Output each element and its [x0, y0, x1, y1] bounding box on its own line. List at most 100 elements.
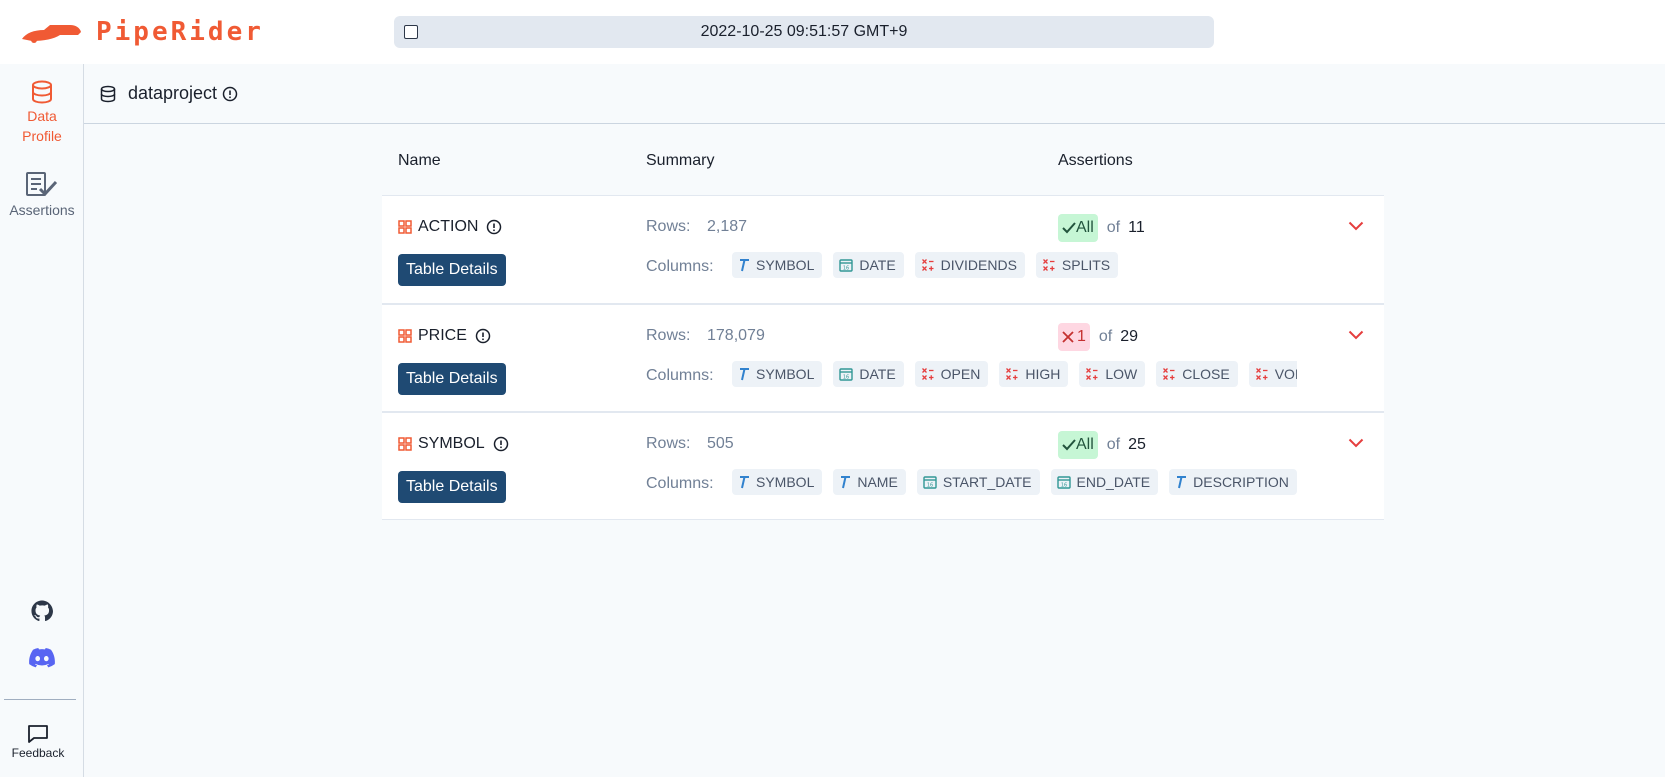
logo[interactable]: PipeRider — [20, 17, 264, 47]
calendar-icon: 16 — [839, 259, 854, 272]
assertion-total: 25 — [1128, 436, 1146, 453]
of-label: of — [1106, 436, 1121, 453]
top-header: PipeRider 2022-10-25 09:51:57 GMT+9 — [0, 0, 1665, 64]
assertions-icon — [26, 172, 58, 197]
badge-label: 1 — [1077, 328, 1086, 345]
column-chip[interactable]: SYMBOL — [732, 361, 823, 387]
svg-text:16: 16 — [927, 483, 933, 489]
column-name: SYMBOL — [756, 257, 815, 273]
text-type-icon — [841, 476, 851, 489]
svg-text:16: 16 — [1060, 483, 1066, 489]
column-name: SYMBOL — [756, 366, 815, 382]
info-icon[interactable] — [222, 86, 238, 102]
column-name: SYMBOL — [756, 474, 815, 490]
column-name: DATE — [859, 366, 896, 382]
discord-icon — [29, 648, 55, 668]
table-row[interactable]: SYMBOL Table Details Rows: 505 Columns: SYMBO… — [382, 412, 1384, 520]
sidebar-divider — [4, 699, 76, 700]
column-name: DATE — [859, 257, 896, 273]
of-label: of — [1106, 219, 1121, 236]
column-chip[interactable]: SYMBOL — [732, 252, 823, 278]
numeric-type-icon — [1255, 368, 1268, 380]
columns-list: SYMBOL 16 DATE OPEN HIGH LOW CLOSE VOLUME — [732, 361, 1297, 389]
column-chip[interactable]: SPLITS — [1035, 252, 1119, 278]
run-timestamp: 2022-10-25 09:51:57 GMT+9 — [700, 23, 908, 40]
compare-checkbox[interactable] — [404, 25, 418, 39]
column-chip[interactable]: DESCRIPTION — [1169, 469, 1297, 495]
column-chip[interactable]: SYMBOL — [732, 469, 823, 495]
table-header: Name Summary Assertions — [382, 140, 1384, 196]
numeric-type-icon — [921, 259, 934, 271]
column-name: VOLUME — [1274, 366, 1297, 382]
sidebar-item-data-profile[interactable]: Data Profile — [0, 80, 84, 146]
table-icon — [398, 437, 412, 451]
of-label: of — [1098, 328, 1113, 345]
column-name: DIVIDENDS — [940, 257, 1017, 273]
calendar-icon: 16 — [839, 368, 854, 381]
info-icon[interactable] — [486, 219, 502, 235]
columns-label: Columns: — [646, 367, 714, 384]
github-link[interactable] — [0, 600, 84, 622]
chevron-down-icon[interactable] — [1348, 330, 1364, 340]
status-badge: All — [1058, 214, 1098, 242]
tables-list: Name Summary Assertions ACTION Table Deta… — [382, 140, 1384, 520]
column-chip[interactable]: NAME — [833, 469, 906, 495]
column-name: HIGH — [1025, 366, 1061, 382]
table-name: SYMBOL — [418, 435, 485, 452]
assertions-summary: All of 25 — [1058, 431, 1146, 459]
row-count: 505 — [707, 435, 734, 452]
column-chip[interactable]: 16 DATE — [833, 252, 904, 278]
check-icon — [1062, 439, 1076, 451]
row-count: 2,187 — [707, 218, 748, 235]
sidebar: Data Profile Assertions Feedback — [0, 64, 84, 777]
feedback-label: Feedback — [11, 746, 65, 760]
numeric-type-icon — [1086, 368, 1098, 380]
feedback-button[interactable]: Feedback — [0, 724, 76, 760]
info-icon[interactable] — [475, 328, 491, 344]
column-chip[interactable]: 16 DATE — [833, 361, 904, 387]
table-details-button[interactable]: Table Details — [398, 471, 506, 503]
column-chip[interactable]: OPEN — [914, 361, 989, 387]
column-chip[interactable]: DIVIDENDS — [914, 252, 1025, 278]
logo-text: PipeRider — [96, 17, 264, 47]
svg-text:16: 16 — [843, 375, 849, 381]
text-type-icon — [740, 259, 749, 272]
chevron-down-icon[interactable] — [1348, 438, 1364, 448]
info-icon[interactable] — [493, 436, 509, 452]
assertion-total: 29 — [1120, 328, 1139, 345]
column-name: START_DATE — [942, 474, 1032, 490]
column-name: CLOSE — [1182, 366, 1230, 382]
table-row[interactable]: PRICE Table Details Rows: 178,079 Columns: SY… — [382, 304, 1384, 412]
table-details-button[interactable]: Table Details — [398, 254, 506, 286]
table-name: PRICE — [418, 327, 467, 344]
column-chip[interactable]: VOLUME — [1248, 361, 1297, 387]
numeric-type-icon — [1006, 368, 1018, 380]
column-chip[interactable]: CLOSE — [1156, 361, 1238, 387]
discord-link[interactable] — [0, 648, 84, 668]
column-name: DESCRIPTION — [1193, 474, 1289, 490]
table-icon — [398, 329, 412, 343]
column-chip[interactable]: 16 START_DATE — [916, 469, 1040, 495]
column-name: OPEN — [940, 366, 981, 382]
columns-label: Columns: — [646, 475, 714, 492]
expand-toggle[interactable] — [1348, 327, 1364, 345]
expand-toggle[interactable] — [1348, 435, 1364, 453]
sidebar-item-assertions[interactable]: Assertions — [0, 172, 84, 220]
column-chip[interactable]: LOW — [1079, 361, 1146, 387]
column-chip[interactable]: 16 END_DATE — [1050, 469, 1159, 495]
column-name: NAME — [857, 474, 898, 490]
table-row[interactable]: ACTION Table Details Rows: 2,187 Columns: SYM… — [382, 196, 1384, 304]
expand-toggle[interactable] — [1348, 218, 1364, 236]
text-type-icon — [740, 368, 749, 381]
column-chip[interactable]: HIGH — [999, 361, 1069, 387]
sidebar-item-label: Data — [27, 108, 57, 124]
chevron-down-icon[interactable] — [1348, 221, 1364, 231]
table-name-cell: SYMBOL — [398, 435, 509, 453]
table-details-button[interactable]: Table Details — [398, 363, 506, 395]
github-icon — [31, 600, 53, 622]
close-icon — [1062, 331, 1074, 343]
assertion-total: 11 — [1128, 219, 1145, 236]
run-selector[interactable]: 2022-10-25 09:51:57 GMT+9 — [394, 16, 1214, 48]
badge-label: All — [1076, 219, 1094, 236]
header-name: Name — [398, 152, 441, 169]
